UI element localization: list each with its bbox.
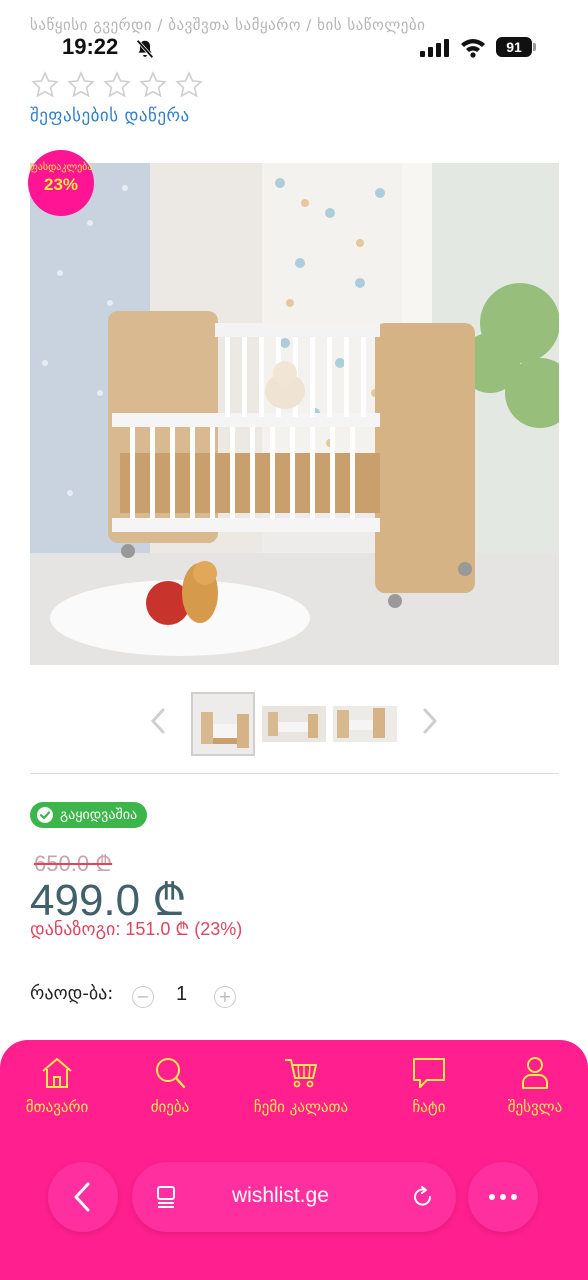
home-icon bbox=[42, 1058, 72, 1088]
product-main-image[interactable] bbox=[30, 163, 559, 665]
nav-home-label: მთავარი bbox=[25, 1098, 89, 1116]
nav-search-label: ძიება bbox=[150, 1098, 190, 1116]
star-icon[interactable] bbox=[102, 70, 132, 100]
star-icon[interactable] bbox=[30, 70, 60, 100]
in-stock-label: გაყიდვაშია bbox=[60, 807, 138, 823]
thumbnail-image[interactable] bbox=[333, 692, 397, 756]
thumbnail-image[interactable] bbox=[191, 692, 255, 756]
battery-level: 91 bbox=[496, 37, 532, 57]
user-icon bbox=[522, 1057, 548, 1089]
nav-chat[interactable]: ჩატი bbox=[374, 1054, 484, 1116]
browser-back-button[interactable] bbox=[48, 1162, 118, 1232]
quantity-value[interactable]: 1 bbox=[176, 983, 187, 1006]
chevron-left-icon bbox=[74, 1182, 90, 1212]
quantity-label: რაოდ-ბა: bbox=[30, 983, 114, 1004]
search-icon bbox=[156, 1058, 186, 1089]
browser-more-button[interactable] bbox=[468, 1162, 538, 1232]
nav-search[interactable]: ძიება bbox=[115, 1054, 225, 1116]
nav-chat-label: ჩატი bbox=[412, 1098, 446, 1116]
star-icon[interactable] bbox=[138, 70, 168, 100]
quantity-increase-button[interactable]: + bbox=[214, 986, 236, 1008]
star-icon[interactable] bbox=[66, 70, 96, 100]
write-review-link[interactable]: შეფასების დაწერა bbox=[30, 106, 190, 126]
reload-icon[interactable] bbox=[410, 1184, 436, 1210]
chevron-left-icon[interactable] bbox=[148, 706, 168, 736]
star-icon[interactable] bbox=[174, 70, 204, 100]
in-stock-badge: გაყიდვაშია bbox=[30, 802, 148, 828]
quantity-decrease-button[interactable]: − bbox=[132, 986, 154, 1008]
battery-icon: 91 bbox=[496, 37, 536, 57]
chat-icon bbox=[413, 1058, 445, 1088]
signal-icon bbox=[420, 39, 449, 57]
url-text[interactable]: wishlist.ge bbox=[232, 1184, 329, 1208]
discount-badge-percent: 23% bbox=[43, 175, 79, 194]
nav-cart-label: ჩემი კალათა bbox=[253, 1098, 349, 1116]
nav-home[interactable]: მთავარი bbox=[2, 1054, 112, 1116]
more-dots-icon bbox=[489, 1194, 517, 1200]
cart-icon bbox=[285, 1059, 317, 1088]
page-menu-icon[interactable] bbox=[154, 1184, 180, 1210]
nav-login[interactable]: შესვლა bbox=[480, 1054, 588, 1116]
bell-muted-icon bbox=[136, 39, 154, 59]
address-bar[interactable]: wishlist.ge bbox=[132, 1162, 456, 1232]
wifi-icon bbox=[461, 39, 485, 58]
crib-photo bbox=[30, 163, 559, 665]
status-time: 19:22 bbox=[62, 34, 119, 59]
status-bar: 19:22 91 bbox=[0, 30, 588, 66]
chevron-right-icon[interactable] bbox=[420, 706, 440, 736]
thumbnail-strip bbox=[0, 690, 588, 758]
divider bbox=[30, 773, 559, 774]
thumbnail-image[interactable] bbox=[262, 692, 326, 756]
discount-badge: ფასდაკლება 23% bbox=[28, 150, 94, 216]
nav-login-label: შესვლა bbox=[507, 1098, 563, 1116]
saving-text: დანაზოგი: 151.0 ₾ (23%) bbox=[30, 919, 243, 939]
check-circle-icon bbox=[37, 807, 53, 823]
rating-stars[interactable] bbox=[30, 70, 204, 100]
nav-cart[interactable]: ჩემი კალათა bbox=[246, 1054, 356, 1116]
browser-toolbar: wishlist.ge bbox=[0, 1158, 588, 1234]
discount-badge-label: ფასდაკლება bbox=[29, 162, 93, 173]
